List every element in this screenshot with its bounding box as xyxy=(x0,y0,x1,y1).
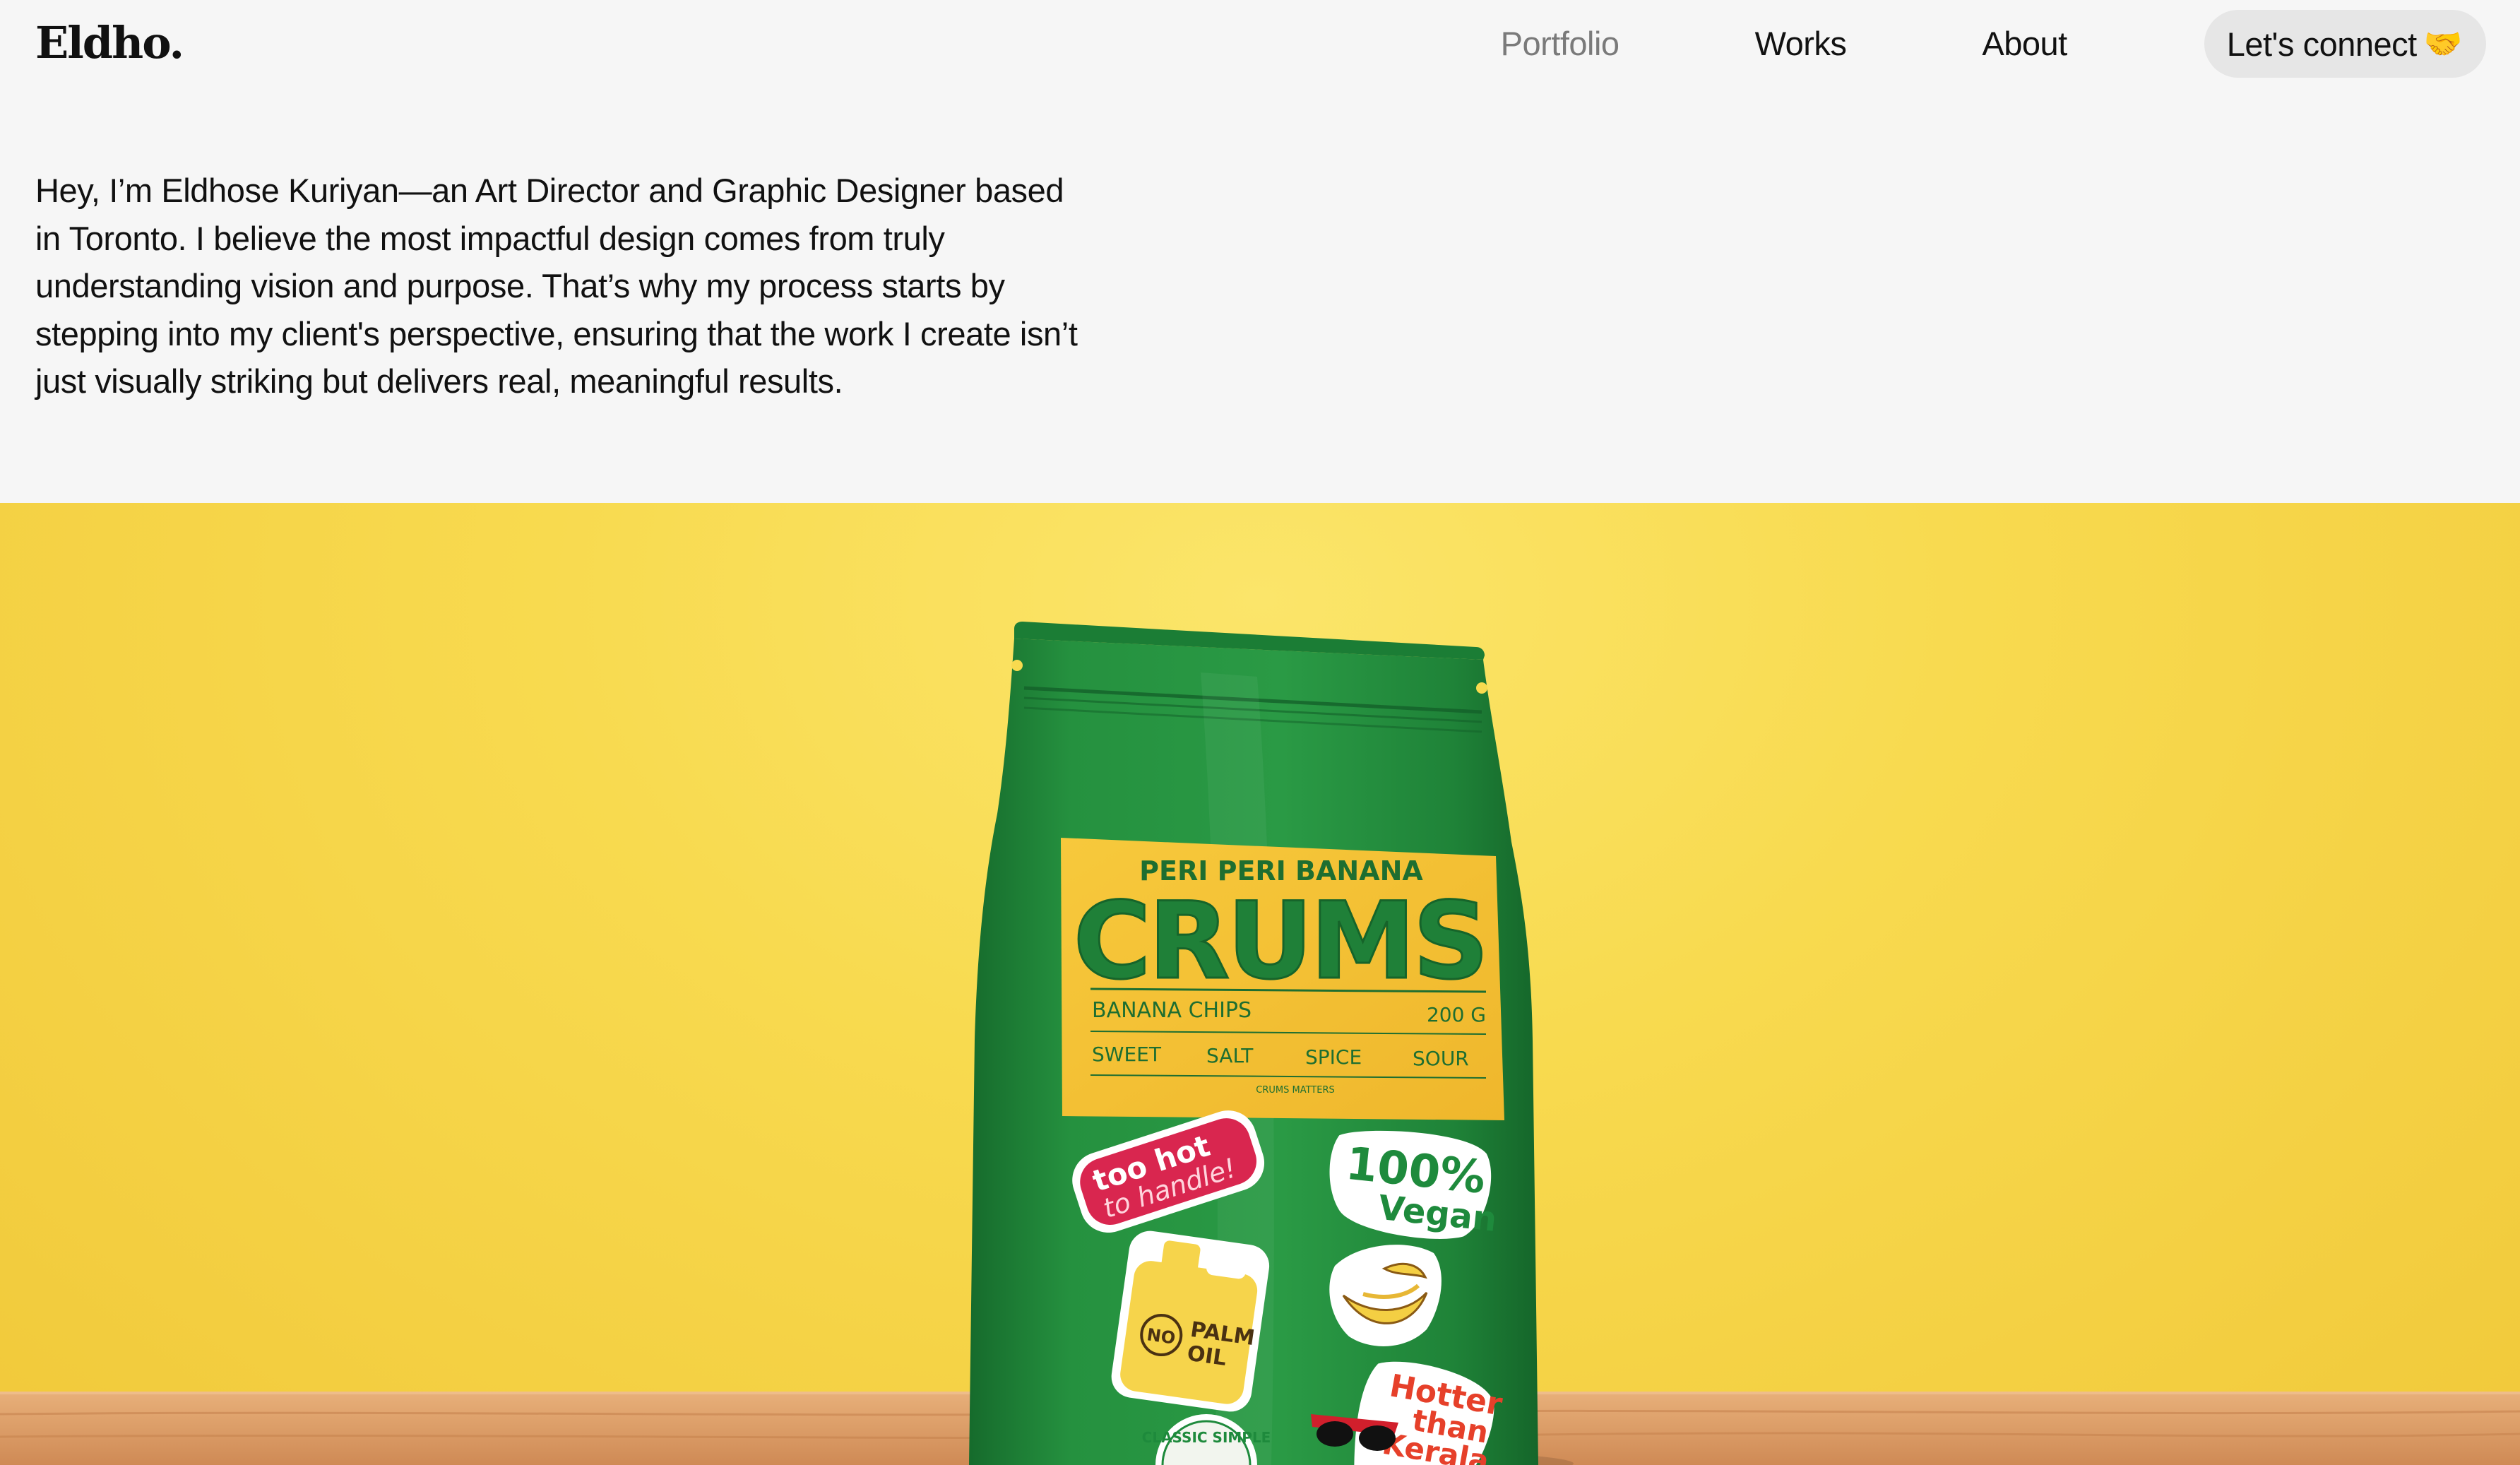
label-sweet: SWEET xyxy=(1092,1043,1162,1066)
sticker-classic: CLASSIC SIMPLE xyxy=(1142,1429,1271,1446)
nav-link-portfolio[interactable]: Portfolio xyxy=(1501,10,1619,78)
banana-sticker xyxy=(1329,1245,1442,1346)
label-weight: 200 G xyxy=(1427,1003,1486,1026)
portfolio-page: Eldho. Portfolio Works About Let's conne… xyxy=(0,0,2520,1465)
label-sour: SOUR xyxy=(1413,1047,1469,1070)
label-type: BANANA CHIPS xyxy=(1092,998,1252,1023)
lets-connect-label: Let's connect xyxy=(2226,25,2417,63)
label-brand: CRUMS xyxy=(1074,880,1487,1003)
handshake-icon: 🤝 xyxy=(2423,27,2463,61)
nav-link-works[interactable]: Works xyxy=(1755,10,1847,78)
sticker-oil-no: NO xyxy=(1146,1324,1177,1348)
label-spice: SPICE xyxy=(1305,1045,1362,1069)
label-footer: CRUMS MATTERS xyxy=(1256,1085,1334,1096)
hero-image: PERI PERI BANANA CRUMS BANANA CHIPS 200 … xyxy=(0,503,2520,1465)
main-nav: Portfolio Works About Let's connect 🤝 xyxy=(1501,10,2486,78)
product-label: PERI PERI BANANA CRUMS BANANA CHIPS 200 … xyxy=(1061,838,1504,1120)
no-palm-oil-sticker: NO PALM OIL xyxy=(1111,1230,1270,1412)
nav-link-about[interactable]: About xyxy=(1982,10,2067,78)
top-navigation-bar: Eldho. Portfolio Works About Let's conne… xyxy=(0,0,2520,88)
label-salt: SALT xyxy=(1206,1044,1254,1067)
lets-connect-button[interactable]: Let's connect 🤝 xyxy=(2204,10,2486,78)
product-photo: PERI PERI BANANA CRUMS BANANA CHIPS 200 … xyxy=(0,622,2520,1465)
intro-paragraph: Hey, I’m Eldhose Kuriyan—an Art Director… xyxy=(35,172,1078,400)
site-logo[interactable]: Eldho. xyxy=(35,13,184,73)
